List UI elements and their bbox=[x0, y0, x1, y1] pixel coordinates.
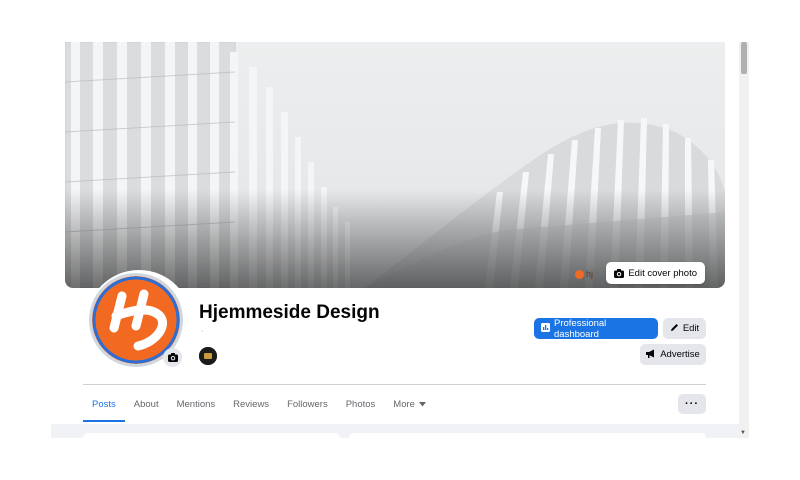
scrollbar-thumb[interactable] bbox=[741, 42, 747, 74]
pencil-icon bbox=[670, 323, 679, 335]
follower-avatar[interactable] bbox=[199, 347, 217, 365]
page-title: Hjemmeside Design bbox=[199, 302, 380, 323]
tab-label: About bbox=[133, 399, 159, 410]
edit-button[interactable]: Edit bbox=[663, 318, 706, 339]
tab-posts[interactable]: Posts bbox=[83, 388, 125, 422]
tab-mentions[interactable]: Mentions bbox=[168, 388, 225, 422]
intro-card bbox=[83, 433, 340, 438]
camera-icon bbox=[167, 349, 178, 367]
more-options-button[interactable]: ··· bbox=[678, 394, 706, 414]
page-tabs: Posts About Mentions Reviews Followers P… bbox=[83, 388, 435, 422]
dashboard-icon bbox=[541, 322, 550, 335]
scroll-down-icon[interactable]: ▼ bbox=[740, 430, 746, 436]
tab-label: Posts bbox=[92, 399, 116, 410]
cover-photo[interactable]: hj Edit cover photo bbox=[65, 42, 725, 288]
camera-icon bbox=[614, 268, 625, 278]
composer-card bbox=[349, 433, 706, 438]
tab-about[interactable]: About bbox=[125, 388, 168, 422]
tab-label: More bbox=[393, 399, 415, 410]
watermark-text: hj bbox=[585, 269, 593, 279]
advertise-label: Advertise bbox=[660, 349, 700, 360]
cover-image bbox=[65, 42, 725, 288]
professional-dashboard-label: Professional dashboard bbox=[554, 317, 607, 340]
page-header: hj Edit cover photo Hjemmeside Design · … bbox=[51, 42, 739, 438]
tab-reviews[interactable]: Reviews bbox=[224, 388, 278, 422]
tab-label: Reviews bbox=[233, 399, 270, 410]
page-subtitle: · bbox=[201, 328, 204, 335]
tab-photos[interactable]: Photos bbox=[337, 388, 385, 422]
professional-dashboard-button[interactable]: Professional dashboard bbox=[534, 317, 658, 340]
edit-label: Edit bbox=[682, 323, 700, 334]
follower-avatar-image bbox=[199, 347, 217, 365]
vertical-scrollbar[interactable]: ▼ bbox=[739, 42, 749, 438]
edit-cover-photo-label: Edit cover photo bbox=[628, 267, 697, 279]
watermark: hj bbox=[574, 269, 593, 279]
update-profile-picture-button[interactable] bbox=[163, 348, 182, 367]
tab-followers[interactable]: Followers bbox=[278, 388, 337, 422]
tab-label: Mentions bbox=[176, 399, 216, 410]
advertise-button[interactable]: Advertise bbox=[640, 344, 706, 365]
tab-more[interactable]: More bbox=[384, 388, 435, 422]
tab-label: Followers bbox=[287, 399, 328, 410]
tab-label: Photos bbox=[345, 399, 376, 410]
caret-down-icon bbox=[418, 388, 426, 422]
megaphone-icon bbox=[646, 349, 656, 361]
edit-cover-photo-button[interactable]: Edit cover photo bbox=[606, 262, 705, 284]
logo-mini-icon bbox=[574, 269, 584, 279]
divider bbox=[83, 384, 706, 385]
facebook-page-window: hj Edit cover photo Hjemmeside Design · … bbox=[51, 42, 749, 438]
